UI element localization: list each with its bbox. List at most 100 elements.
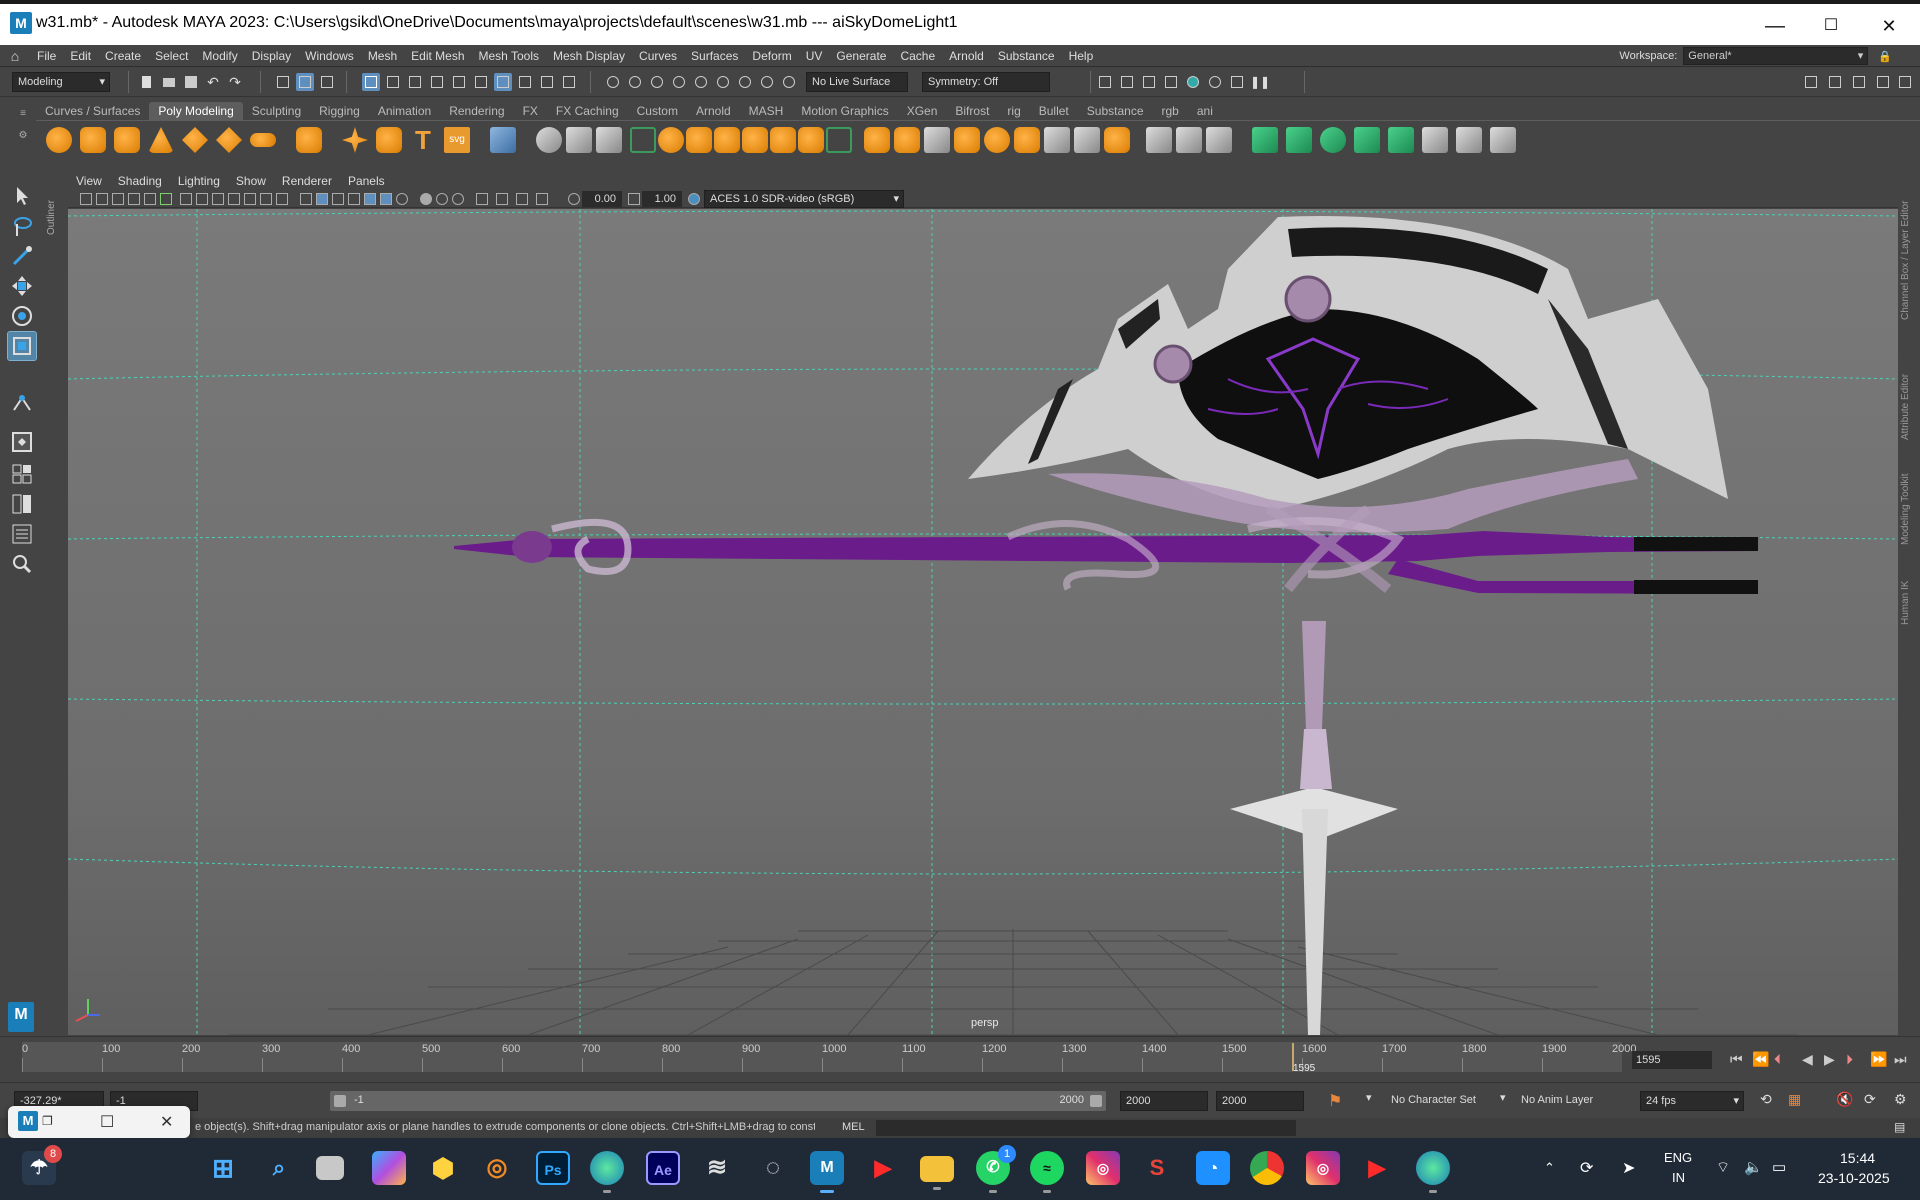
cache-icon[interactable]: ▦ [1788,1091,1801,1108]
menu-cache[interactable]: Cache [893,45,942,67]
davinci-icon[interactable]: ◌ [756,1151,790,1185]
lasso-icon[interactable] [780,73,798,91]
safe-title-icon[interactable] [276,193,288,205]
exposure-field[interactable]: 0.00 [582,191,622,207]
lasso-icon[interactable] [626,73,644,91]
panel-menu-view[interactable]: View [68,172,110,190]
photoshop-icon[interactable]: Ps [536,1151,570,1185]
field-chart-icon[interactable] [244,193,256,205]
snap-center-icon[interactable] [472,73,490,91]
platonic-solid-icon[interactable] [296,127,322,153]
hypershade-icon[interactable] [1184,73,1202,91]
poly-disc-icon[interactable] [250,133,276,147]
bifrost-icon-2[interactable] [1286,127,1312,153]
step-forward-frame-icon[interactable]: ⏩ [1870,1051,1887,1068]
fill-hole-icon[interactable] [770,127,796,153]
live-surface-field[interactable]: No Live Surface [806,72,908,92]
2d-pan-zoom-icon[interactable] [144,193,156,205]
blender-icon[interactable]: ◎ [480,1151,514,1185]
maximize-thumbnail-icon[interactable]: ☐ [100,1112,114,1132]
bifrost-icon-4[interactable] [1354,127,1380,153]
bifrost-icon-5[interactable] [1388,127,1414,153]
lasso-icon[interactable] [670,73,688,91]
color-management-icon[interactable] [688,193,700,205]
super-shape-icon[interactable] [342,127,368,153]
tab-arnold[interactable]: Arnold [687,102,740,120]
xray-joints-icon[interactable] [516,193,528,205]
toggle-outliner-icon[interactable] [1896,73,1914,91]
maximize-button[interactable]: ☐ [1808,10,1854,42]
film-gate-icon[interactable] [196,193,208,205]
instagram-icon[interactable]: ◎ [1086,1151,1120,1185]
bifrost-icon-8[interactable] [1490,127,1516,153]
exposure-icon[interactable] [568,193,580,205]
camera-attributes-icon[interactable] [96,193,108,205]
modeling-toolkit-tab[interactable]: Modeling Toolkit [1900,455,1916,545]
view-transform-dropdown[interactable]: ACES 1.0 SDR-video (sRGB) ▾ [704,190,904,208]
auto-key-icon[interactable]: ⚑ [1328,1091,1342,1111]
spotify-icon[interactable]: ≈ [1030,1151,1064,1193]
anim-layer-field[interactable]: No Anim Layer [1516,1091,1626,1111]
tab-poly-modeling[interactable]: Poly Modeling [149,102,243,120]
xray-active-components-icon[interactable] [536,193,548,205]
tab-ani[interactable]: ani [1188,102,1222,120]
sound-icon[interactable]: 🔇 [1836,1091,1853,1108]
language-indicator[interactable]: ENG [1664,1150,1692,1165]
rotate-tool-icon[interactable] [8,302,36,330]
blender-light-icon[interactable]: ◔ [1196,1151,1230,1185]
maya-taskbar-icon[interactable]: M [810,1151,844,1193]
chrome-icon[interactable] [1250,1151,1284,1185]
range-slider[interactable]: -1 2000 [330,1091,1106,1111]
tab-bullet[interactable]: Bullet [1030,102,1078,120]
preferences-icon[interactable]: ⚙ [1894,1091,1907,1108]
anti-aliasing-icon[interactable] [436,193,448,205]
sticky-notes-icon[interactable]: ⬢ [426,1151,460,1185]
chevron-down-icon[interactable]: ▾ [1366,1091,1372,1104]
tab-fx[interactable]: FX [514,102,547,120]
slide-edge-icon[interactable] [1014,127,1040,153]
time-slider-prefs-icon[interactable]: ⟳ [1864,1091,1876,1108]
menu-mesh-tools[interactable]: Mesh Tools [472,45,546,67]
textured-icon[interactable] [348,193,360,205]
toggle-tool-settings-icon[interactable] [1850,73,1868,91]
smooth-icon[interactable] [596,127,622,153]
sync-icon[interactable]: ⟳ [1580,1158,1593,1178]
wireframe-on-shaded-icon[interactable] [332,193,344,205]
loop-icon[interactable]: ⟲ [1760,1091,1772,1108]
paint-select-tool-icon[interactable] [8,242,36,270]
step-forward-key-icon[interactable]: ⏵ [1846,1051,1853,1068]
tab-bifrost[interactable]: Bifrost [946,102,998,120]
file-explorer-icon[interactable] [920,1156,954,1190]
symmetry-dropdown[interactable]: Symmetry: Off [922,72,1050,92]
human-ik-tab[interactable]: Human IK [1900,570,1916,625]
menu-windows[interactable]: Windows [298,45,361,67]
use-all-lights-icon[interactable] [364,193,376,205]
svg-tool-icon[interactable]: svg [444,127,470,153]
weather-widget-icon[interactable]: ☂ 8 [22,1145,62,1185]
poly-cone-icon[interactable] [148,127,174,153]
bridge-icon[interactable] [714,127,740,153]
lasso-icon[interactable] [692,73,710,91]
panel-menu-lighting[interactable]: Lighting [170,172,228,190]
quad-draw-icon[interactable] [984,127,1010,153]
grid-toggle-icon[interactable] [180,193,192,205]
after-effects-icon[interactable]: Ae [646,1151,680,1185]
channel-box-tab[interactable]: Channel Box / Layer Editor [1900,180,1916,320]
single-perspective-view-icon[interactable] [8,428,36,456]
poly-cylinder-icon[interactable] [114,127,140,153]
edge-dev-icon[interactable] [1416,1151,1450,1193]
toggle-channel-box-icon[interactable] [1874,73,1892,91]
perspective-viewport[interactable]: persp [68,209,1898,1035]
toggle-attribute-editor-icon[interactable] [1826,73,1844,91]
sweep-mesh-icon[interactable] [376,127,402,153]
bifrost-icon-3[interactable] [1320,127,1346,153]
tab-rgb[interactable]: rgb [1153,102,1188,120]
poly-cube-icon[interactable] [80,127,106,153]
target-weld-icon[interactable] [826,127,852,153]
construction-history-icon[interactable] [516,73,534,91]
panel-menu-panels[interactable]: Panels [340,172,393,190]
ipr-render-icon[interactable] [1140,73,1158,91]
bifrost-icon-7[interactable] [1456,127,1482,153]
workspace-dropdown[interactable]: General* ▾ [1683,47,1869,65]
panel-menu-renderer[interactable]: Renderer [274,172,340,190]
